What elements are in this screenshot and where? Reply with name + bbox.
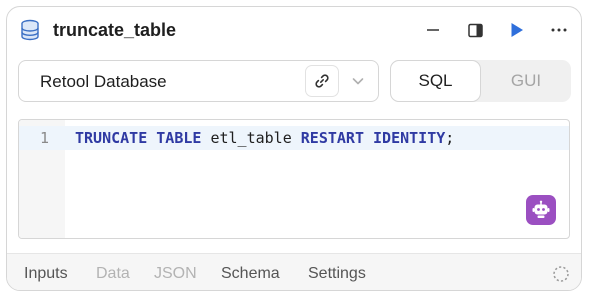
tab-settings[interactable]: Settings — [308, 264, 366, 284]
sql-identifier: etl_table — [201, 129, 301, 147]
mode-gui-option[interactable]: GUI — [481, 60, 571, 102]
query-title[interactable]: truncate_table — [53, 19, 176, 41]
sql-keyword: RESTART IDENTITY — [300, 129, 446, 147]
ai-assistant-button[interactable] — [526, 195, 556, 225]
resource-name: Retool Database — [40, 72, 167, 91]
tab-json[interactable]: JSON — [154, 264, 197, 284]
line-number: 1 — [39, 129, 49, 147]
code-line[interactable]: TRUNCATE TABLE etl_table RESTART IDENTIT… — [75, 126, 454, 150]
side-panel-button[interactable] — [461, 17, 489, 43]
mode-sql-option[interactable]: SQL — [390, 60, 481, 102]
sql-keyword: TRUNCATE TABLE — [75, 129, 202, 147]
query-panel: truncate_table Retool Database SQL GUI 1… — [6, 6, 582, 291]
resource-select[interactable]: Retool Database — [18, 60, 379, 102]
sql-editor[interactable]: 1 TRUNCATE TABLE etl_table RESTART IDENT… — [18, 119, 570, 239]
resource-link-button[interactable] — [305, 65, 339, 97]
more-icon — [551, 28, 567, 32]
tab-inputs[interactable]: Inputs — [24, 264, 68, 284]
tab-schema[interactable]: Schema — [221, 264, 280, 284]
mode-toggle: SQL GUI — [390, 60, 571, 102]
bottom-tab-bar: Inputs Data JSON Schema Settings — [7, 253, 581, 290]
robot-icon — [532, 200, 550, 218]
run-icon — [511, 23, 523, 37]
more-button[interactable] — [545, 17, 573, 43]
link-icon — [315, 74, 329, 88]
minimize-icon — [427, 29, 439, 31]
tab-data[interactable]: Data — [96, 264, 130, 284]
run-button[interactable] — [503, 17, 531, 43]
side-panel-icon — [467, 23, 483, 37]
query-header: truncate_table — [7, 7, 581, 53]
minimize-button[interactable] — [419, 17, 447, 43]
database-icon — [21, 19, 39, 41]
sql-terminator: ; — [445, 129, 455, 147]
chevron-down-icon[interactable] — [350, 73, 366, 89]
loading-spinner-icon — [553, 266, 569, 282]
